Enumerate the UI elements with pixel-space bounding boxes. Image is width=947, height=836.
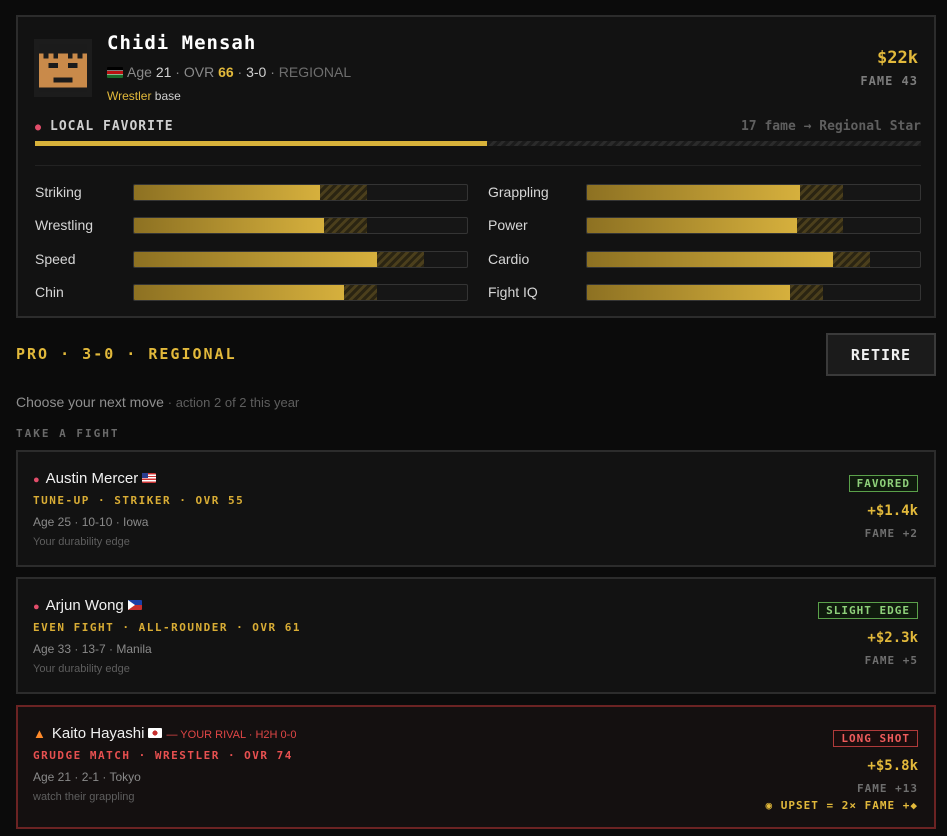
opponent-name: Kaito Hayashi xyxy=(51,725,145,742)
status-next: 17 fame → Regional Star xyxy=(740,119,921,134)
fight-option[interactable]: ● Austin Mercer TUNE-UP · STRIKER · OVR 5… xyxy=(16,450,936,567)
boxing-glove-icon: ● xyxy=(35,122,43,133)
kenya-flag-icon xyxy=(107,67,123,78)
stat-value-fill xyxy=(587,284,791,300)
stat-row: Wrestling xyxy=(35,217,468,235)
stat-label: Fight IQ xyxy=(488,283,538,300)
stat-label: Cardio xyxy=(488,250,530,267)
fighter-card: Chidi Mensah Age 21 · OVR 66 · 3-0 · REG… xyxy=(16,15,936,318)
odds-badge: SLIGHT EDGE xyxy=(818,602,918,619)
stat-value-fill xyxy=(134,218,324,234)
stat-value-fill xyxy=(134,284,344,300)
us-flag-icon xyxy=(142,473,157,483)
fame-progress-fill xyxy=(35,141,487,146)
japan-flag-icon xyxy=(148,728,163,738)
stat-bar xyxy=(133,250,468,268)
flex-emoji-icon: ◆ xyxy=(910,799,918,812)
boxing-glove-icon: ● xyxy=(33,474,40,486)
stat-value-fill xyxy=(134,251,378,267)
fight-purse: +$5.8k xyxy=(867,758,918,774)
fighter-ovr: 66 xyxy=(218,64,234,80)
fighter-name: Chidi Mensah xyxy=(107,32,257,54)
fighter-archetype: Wrestler base xyxy=(107,89,181,103)
odds-badge: LONG SHOT xyxy=(833,730,918,747)
odds-badge: FAVORED xyxy=(848,475,918,492)
stat-row: Speed xyxy=(35,250,468,268)
fight-purse: +$1.4k xyxy=(867,503,918,519)
fight-note: watch their grappling xyxy=(33,791,135,803)
stat-label: Chin xyxy=(35,283,64,300)
opponent-details: Age 21 · 2-1 · Tokyo xyxy=(33,770,141,784)
fight-fame: FAME +2 xyxy=(864,527,918,540)
fighter-record: 3-0 xyxy=(246,64,267,80)
stat-value-fill xyxy=(587,251,834,267)
divider xyxy=(35,165,921,166)
fighter-purse: $22k xyxy=(877,48,918,68)
stat-row: Power xyxy=(488,217,921,235)
fight-option-rival[interactable]: ▲ Kaito Hayashi — YOUR RIVAL · H2H 0-0 GRU… xyxy=(16,705,936,829)
fight-note: Your durability edge xyxy=(33,536,130,548)
career-heading: PRO · 3-0 · REGIONAL xyxy=(16,345,237,363)
fame-progress-bar xyxy=(35,141,921,146)
opponent-name: Arjun Wong xyxy=(45,597,124,614)
opponent-details: Age 25 · 10-10 · Iowa xyxy=(33,515,149,529)
stat-value-fill xyxy=(587,185,801,200)
stat-row: Cardio xyxy=(488,250,921,268)
philippines-flag-icon xyxy=(127,600,142,610)
fight-option[interactable]: ● Arjun Wong EVEN FIGHT · ALL-ROUNDER · O… xyxy=(16,577,936,694)
fight-tags: TUNE-UP · STRIKER · OVR 55 xyxy=(33,494,245,507)
fighter-age: 21 xyxy=(155,64,172,80)
stat-row: Striking xyxy=(35,184,468,201)
fight-fame: FAME +5 xyxy=(864,654,918,667)
stat-bar xyxy=(133,217,468,235)
stat-label: Striking xyxy=(35,184,82,200)
fight-tags: GRUDGE MATCH · WRESTLER · OVR 74 xyxy=(33,749,293,762)
fighter-meta: Age 21 · OVR 66 · 3-0 · REGIONAL xyxy=(107,64,351,80)
stat-row: Fight IQ xyxy=(488,283,921,301)
fighter-fame: FAME 43 xyxy=(860,74,918,88)
stat-label: Power xyxy=(488,217,528,234)
status-label: LOCAL FAVORITE xyxy=(50,119,174,134)
fight-fame: FAME +13 xyxy=(857,782,918,795)
upset-bonus: ◉ UPSET = 2× FAME +◆ xyxy=(765,799,918,812)
pixel-avatar-icon xyxy=(34,39,92,97)
stat-value-fill xyxy=(587,218,797,234)
section-heading: TAKE A FIGHT xyxy=(16,427,120,440)
stat-bar xyxy=(133,184,468,201)
stat-bar xyxy=(586,217,921,235)
opponent-details: Age 33 · 13-7 · Manila xyxy=(33,642,152,656)
fight-purse: +$2.3k xyxy=(867,630,918,646)
stat-row: Grappling xyxy=(488,184,921,201)
stat-label: Speed xyxy=(35,250,76,267)
stat-row: Chin xyxy=(35,283,468,301)
next-move-prompt: Choose your next move · action 2 of 2 th… xyxy=(16,394,300,410)
retire-button[interactable]: RETIRE xyxy=(826,333,936,376)
stat-label: Grappling xyxy=(488,184,549,200)
stat-bar xyxy=(133,283,468,301)
fight-note: Your durability edge xyxy=(33,663,130,675)
scream-emoji-icon: ◉ xyxy=(765,799,774,812)
fire-icon: ▲ xyxy=(33,726,46,741)
fighter-tier: REGIONAL xyxy=(278,64,352,80)
stat-bar xyxy=(586,184,921,201)
boxing-glove-icon: ● xyxy=(33,601,40,613)
opponent-name: Austin Mercer xyxy=(45,470,139,487)
stat-label: Wrestling xyxy=(35,217,94,234)
fame-status: ● LOCAL FAVORITE 17 fame → Regional Star xyxy=(35,119,921,137)
rival-tag: — YOUR RIVAL · H2H 0-0 xyxy=(166,729,297,741)
stat-value-fill xyxy=(134,185,321,200)
fight-tags: EVEN FIGHT · ALL-ROUNDER · OVR 61 xyxy=(33,621,302,634)
stat-bar xyxy=(586,250,921,268)
stat-bar xyxy=(586,283,921,301)
